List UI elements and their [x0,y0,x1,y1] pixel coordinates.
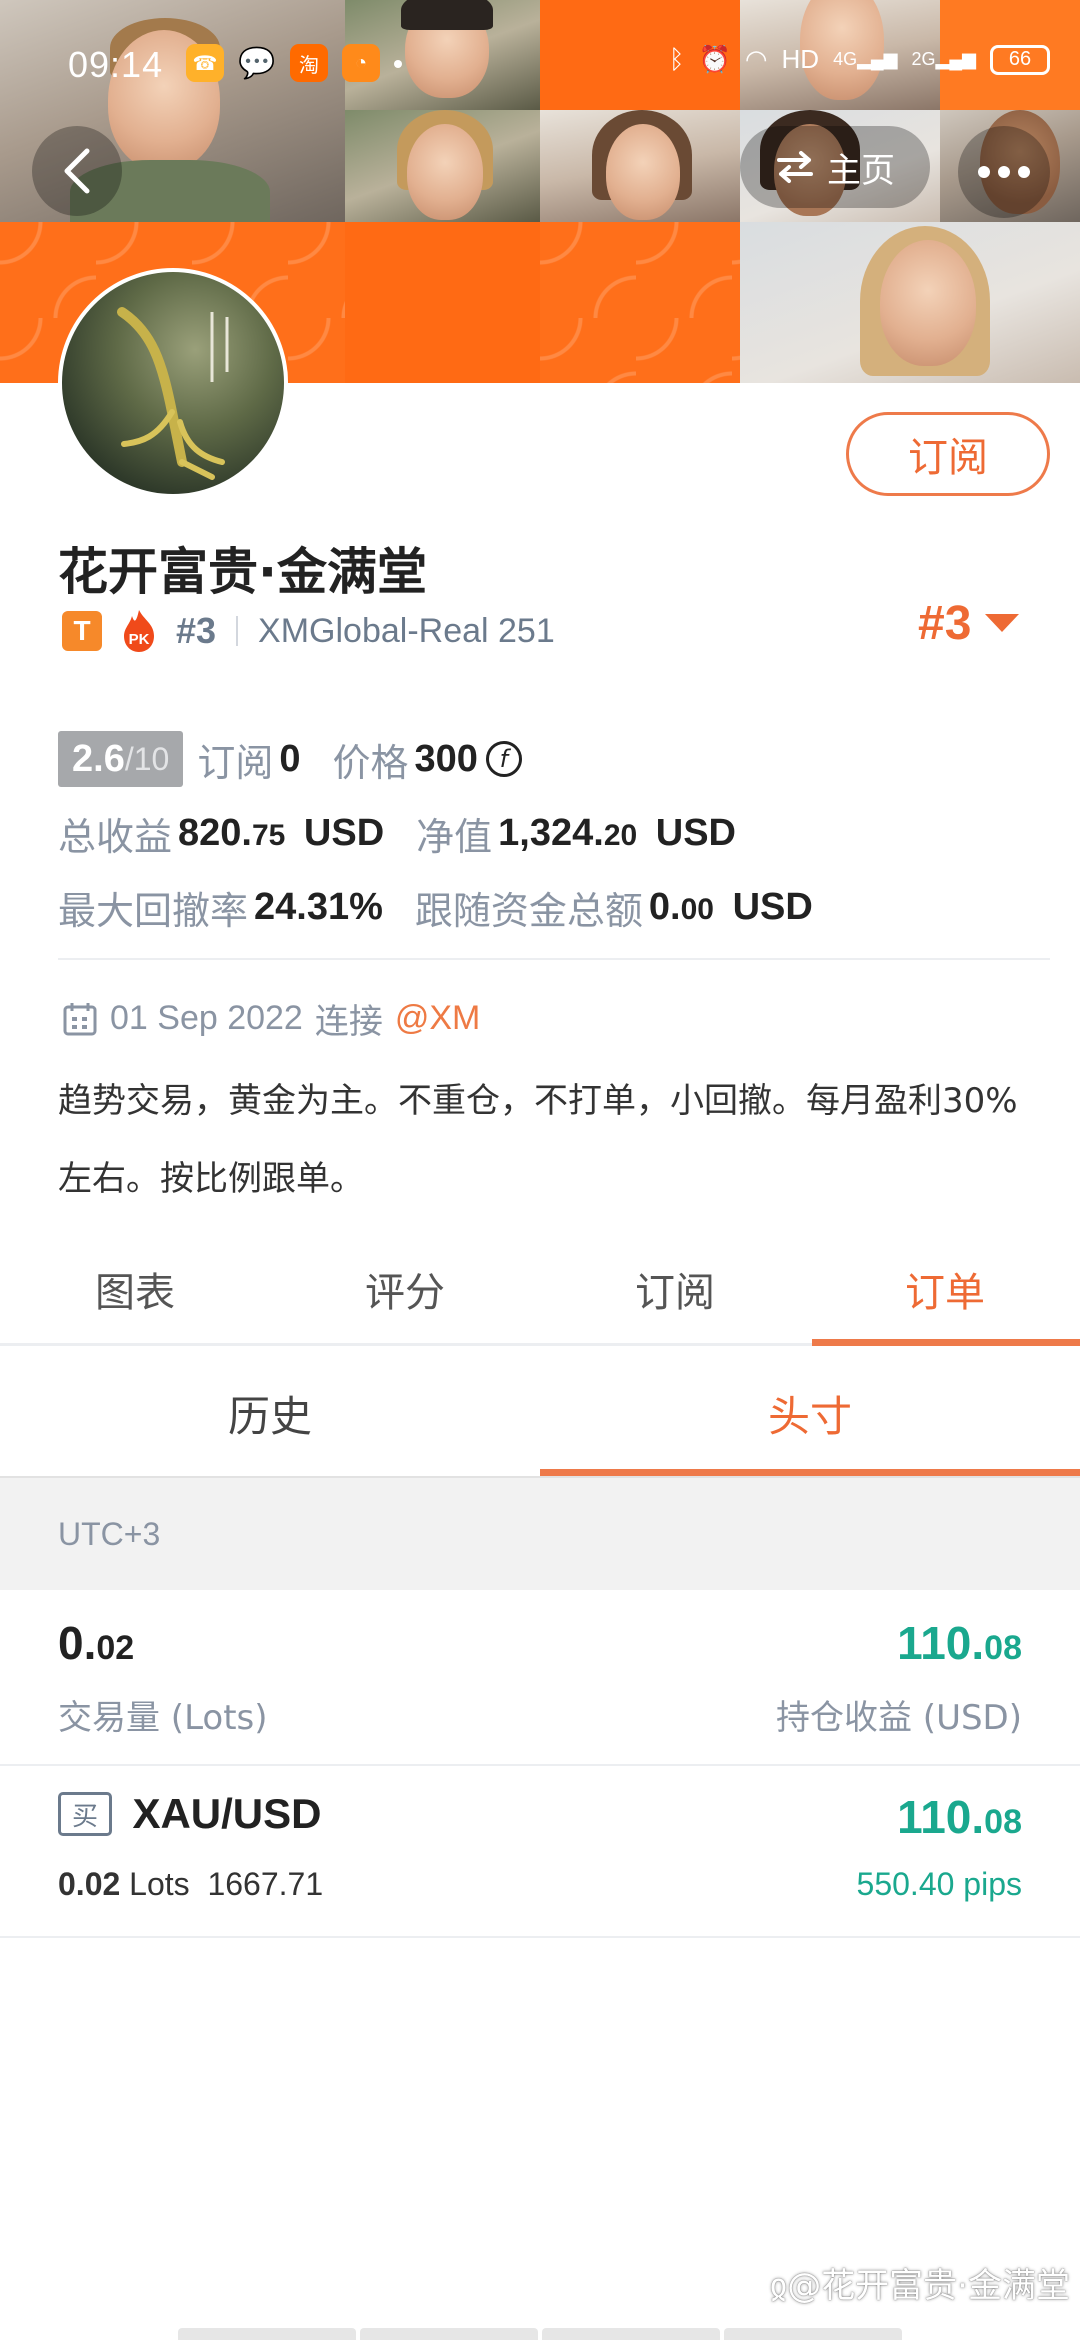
position-detail: 0.02 Lots 1667.71 [58,1866,324,1902]
stats-row-profit: 总收益 820.75 USD 净值 1,324.20 USD [58,796,1048,870]
main-tabs: 图表 评分 订阅 订单 [0,1234,1080,1346]
divider [58,958,1050,960]
subscribe-count-label: 订阅 [197,740,274,785]
subscribe-button[interactable]: 订阅 [846,412,1050,496]
subtab-positions[interactable]: 头寸 [540,1350,1080,1476]
price-label: 价格 [332,740,409,785]
max-drawdown-label: 最大回撤率 [58,888,249,933]
calendar-icon [63,1002,97,1035]
trader-level-badge: T [62,611,102,651]
timezone-label: UTC+3 [58,1515,161,1552]
rank-label: #3 [176,610,217,651]
connect-date: 01 Sep 2022 [110,999,303,1037]
position-pips: 550.40 pips [856,1866,1022,1902]
weibo-icon: ჲ [769,2266,788,2306]
tab-subscribe[interactable]: 订阅 [540,1234,810,1343]
banner-pattern [540,222,740,383]
wifi-icon: ◠ [744,44,768,74]
bottom-indicator [178,2328,902,2340]
more-notifications-icon [394,60,402,68]
divider [236,616,239,646]
notification-icons: ☎ 💬 淘 ◔ [186,44,402,82]
positions-summary: 0.02 交易量 (Lots) 110.08 持仓收益 (USD) [0,1590,1080,1766]
home-button[interactable]: 主页 [740,126,930,208]
alarm-icon: ⏰ [698,44,731,74]
floating-profit-value: 110.08 [897,1617,1022,1669]
caret-down-icon [985,613,1020,632]
stats-row-rating: 2.6/10 订阅 0 价格 300 f [58,722,1048,796]
stats-row-drawdown: 最大回撤率 24.31% 跟随资金总额 0.00 USD [58,870,1048,944]
wechat-icon: 💬 [238,46,276,80]
avatar[interactable] [58,268,288,498]
tab-rating[interactable]: 评分 [270,1234,540,1343]
watermark: ჲ@花开富贵·金满堂 [769,2266,1070,2306]
total-profit-value: 820.75 USD [178,811,385,854]
broker-link[interactable]: @XM [395,999,481,1038]
hd-label: HD [781,44,820,74]
equity-value: 1,324.20 USD [498,811,736,854]
coin-icon: f [485,741,522,777]
subtab-history[interactable]: 历史 [0,1350,540,1476]
app-notification-icon: ◔ [342,44,380,82]
connection-info: 01 Sep 2022 连接 @XM [62,994,480,1043]
taobao-icon: 淘 [290,44,328,82]
bluetooth-icon: ᛒ [668,44,685,74]
equity-label: 净值 [416,814,493,859]
more-dots-icon [978,166,1030,178]
status-indicators: ᛒ ⏰ ◠ HD 4G▂▄▆ 2G▂▄▆ 66 [669,44,1050,75]
rank-value: #3 [918,597,972,650]
rank-dropdown[interactable]: #3 [918,596,1020,651]
position-profit: 110.08 [897,1791,1022,1843]
tab-chart[interactable]: 图表 [0,1234,270,1343]
follow-funds-label: 跟随资金总额 [414,888,643,933]
status-time: 09:14 [68,44,164,85]
position-item[interactable]: 买 XAU/USD 0.02 Lots 1667.71 110.08 550.4… [0,1766,1080,1938]
avatar-image [117,307,229,480]
connect-label: 连接 [314,1002,383,1042]
back-button[interactable] [32,126,122,216]
rating-badge[interactable]: 2.6/10 [58,731,184,787]
svg-text:PK: PK [129,631,150,648]
follow-funds-value: 0.00 USD [648,885,813,928]
pk-flame-icon[interactable]: PK [116,608,162,654]
trader-name: 花开富贵·金满堂 [58,543,427,601]
chevron-left-icon [64,148,90,194]
max-drawdown-value: 24.31% [254,885,383,928]
battery-icon: 66 [990,44,1050,75]
status-bar: 09:14 ☎ 💬 淘 ◔ ᛒ ⏰ ◠ HD 4G▂▄▆ 2G▂▄▆ 66 [0,0,1080,130]
account-label: XMGlobal-Real 251 [258,611,555,650]
signal-2g: 2G▂▄▆ [911,49,976,69]
volume-value: 0.02 [58,1617,135,1669]
floating-profit-label: 持仓收益 (USD) [776,1698,1022,1738]
price-value: 300 [414,737,478,780]
swap-icon [777,151,813,183]
position-symbol: XAU/USD [132,1790,322,1837]
tab-orders[interactable]: 订单 [810,1234,1080,1346]
subscribe-count-value: 0 [279,737,301,780]
total-profit-label: 总收益 [58,814,173,859]
home-button-label: 主页 [827,150,895,191]
position-header: 买 XAU/USD [58,1790,321,1838]
order-subtabs: 历史 头寸 [0,1350,1080,1476]
volume-label: 交易量 (Lots) [58,1698,268,1738]
buy-tag: 买 [58,1792,112,1836]
timezone-bar: UTC+3 [0,1476,1080,1590]
stats-panel: 2.6/10 订阅 0 价格 300 f 总收益 820.75 USD 净值 1… [58,722,1048,944]
more-button[interactable] [958,126,1050,218]
signal-4g: 4G▂▄▆ [833,49,898,69]
banner-pattern [345,222,540,383]
banner-photo [740,222,1080,383]
trader-badges: T PK #3 XMGlobal-Real 251 [62,608,555,654]
strategy-description: 趋势交易，黄金为主。不重仓，不打单，小回撤。每月盈利30%左右。按比例跟单。 [58,1081,1018,1199]
app-notification-icon: ☎ [186,44,224,82]
